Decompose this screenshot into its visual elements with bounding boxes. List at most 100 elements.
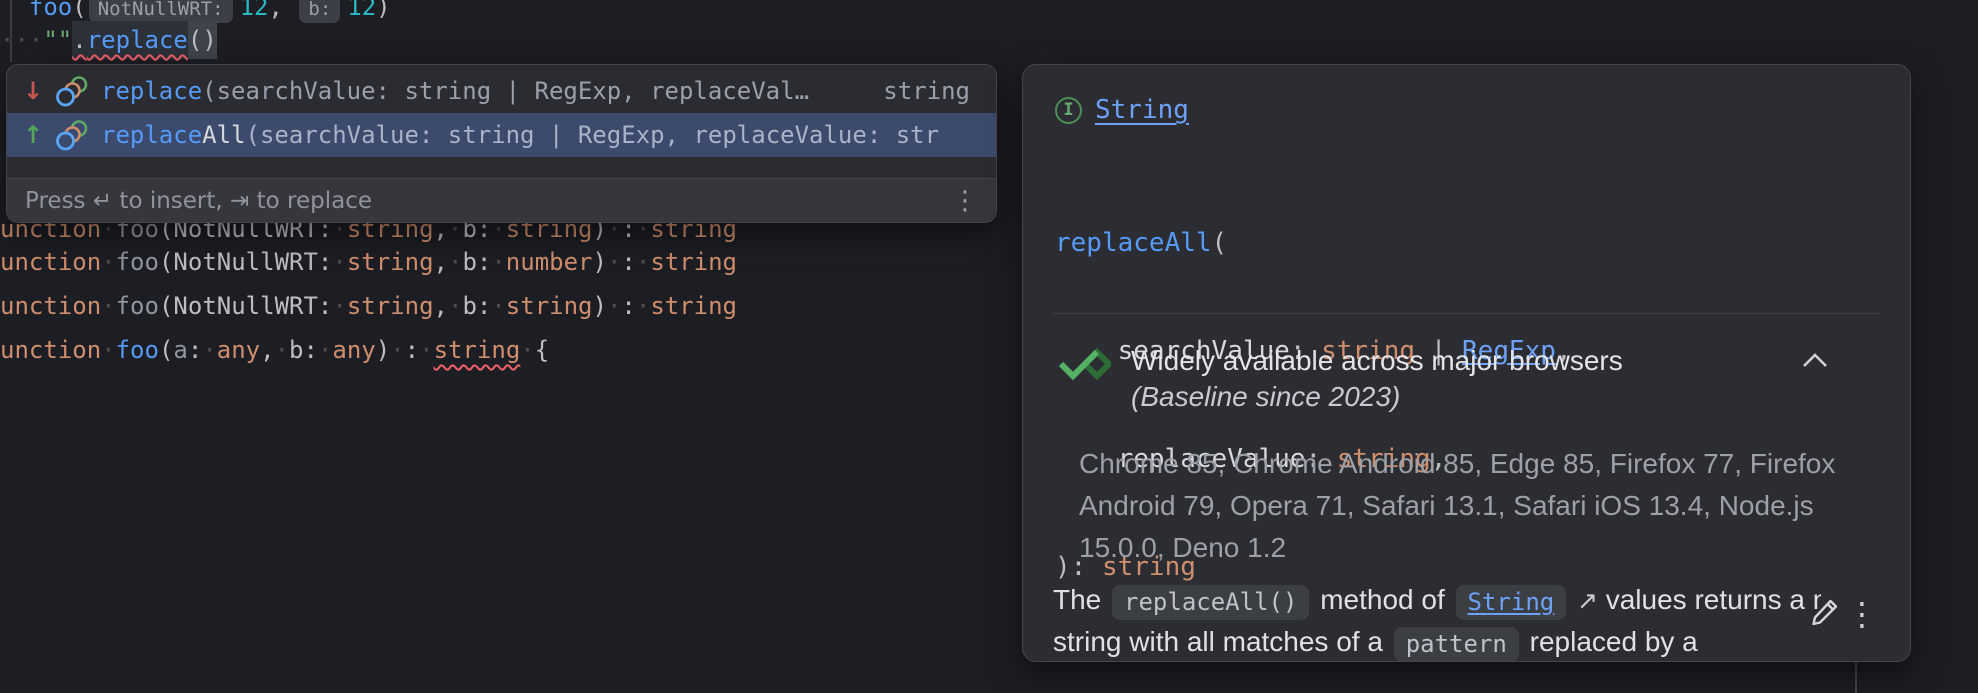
description-line: The replaceAll() method of String ↗ valu… [1053, 579, 1821, 621]
method-icon [53, 75, 89, 108]
code-token: NotNullWRT [173, 292, 318, 320]
code-line-foo-string[interactable]: unction·foo(NotNullWRT:·string,·b:·strin… [0, 284, 737, 328]
code-token: 12 [240, 0, 269, 21]
code-token: ) [376, 0, 390, 21]
documentation-popup: I String replaceAll( searchValue: string… [1022, 64, 1911, 662]
more-options-icon[interactable]: ⋮ [952, 186, 978, 216]
code-token: · [101, 248, 115, 276]
code-token: · [275, 336, 289, 364]
code-token: · [419, 336, 433, 364]
code-token: · [332, 248, 346, 276]
description-line: string with all matches of a pattern rep… [1053, 621, 1821, 662]
completion-signature: (searchValue: string | RegExp, replaceVa… [246, 113, 940, 157]
code-token: · [332, 292, 346, 320]
code-token: foo [116, 336, 159, 364]
code-token: . [72, 21, 86, 59]
code-token: replace [87, 21, 188, 59]
code-token: replaceAll [1055, 228, 1212, 258]
code-token: ) [593, 248, 607, 276]
code-token: string [347, 248, 434, 276]
code-token: NotNullWRT [173, 248, 318, 276]
code-token: unction [0, 292, 101, 320]
code-token: ··· [0, 26, 43, 54]
baseline-subtitle: (Baseline since 2023) [1131, 379, 1623, 415]
code-token: : [621, 292, 635, 320]
code-token: : [477, 248, 491, 276]
code-token: ( [159, 292, 173, 320]
method-icon [53, 119, 89, 152]
interface-icon: I [1055, 97, 1082, 124]
code-token: : [318, 248, 332, 276]
code-token: string [650, 248, 737, 276]
code-token: ( [159, 336, 173, 364]
code-token: , [434, 248, 448, 276]
code-token: 12 [347, 0, 376, 21]
code-chip: pattern [1394, 627, 1519, 662]
code-chip: replaceAll() [1112, 585, 1309, 620]
browser-support-line: Chrome 85, Chrome Android 85, Edge 85, F… [1079, 443, 1835, 485]
code-token: · [636, 292, 650, 320]
code-token: · [636, 248, 650, 276]
code-token: · [491, 292, 505, 320]
doc-header: I String [1055, 95, 1189, 125]
code-token: , [434, 292, 448, 320]
code-token: ) [376, 336, 390, 364]
completion-signature: (searchValue: string | RegExp, replaceVa… [202, 69, 809, 113]
completion-item-replace[interactable]: ↓ replace(searchValue: string | RegExp, … [7, 69, 996, 113]
completion-hint-text: Press ↵ to insert, ⇥ to replace [25, 188, 372, 214]
code-token: : [188, 336, 202, 364]
baseline-section: Widely available across major browsers (… [1057, 343, 1623, 415]
text [1569, 584, 1577, 615]
code-token: string [434, 336, 521, 364]
string-type-link[interactable]: String [1095, 95, 1189, 125]
code-token: b [289, 336, 303, 364]
code-token: · [448, 248, 462, 276]
text: values returns a ne [1598, 584, 1821, 615]
edit-icon[interactable] [1806, 593, 1844, 631]
code-token: · [101, 292, 115, 320]
code-token: () [188, 21, 217, 59]
text: method of [1312, 584, 1452, 615]
code-token: ( [1212, 228, 1228, 258]
code-token: ( [159, 248, 173, 276]
doc-description: The replaceAll() method of String ↗ valu… [1053, 579, 1821, 662]
code-line-replace[interactable]: ···"".replace() [0, 18, 217, 62]
code-token: ) [593, 292, 607, 320]
code-token: foo [116, 292, 159, 320]
more-options-icon[interactable]: ⋮ [1846, 595, 1878, 633]
code-token: number [506, 248, 593, 276]
code-token: a [173, 336, 187, 364]
code-token: · [318, 336, 332, 364]
code-token: : [621, 248, 635, 276]
completion-return-type: string [863, 69, 970, 113]
browser-support-line: Android 79, Opera 71, Safari 13.1, Safar… [1079, 485, 1835, 527]
code-line-foo-number[interactable]: unction·foo(NotNullWRT:·string,·b:·numbe… [0, 240, 737, 284]
code-token: · [202, 336, 216, 364]
string-link-chip[interactable]: String [1456, 585, 1567, 620]
code-token: : [318, 292, 332, 320]
code-token: : [304, 336, 318, 364]
code-token: "" [43, 26, 72, 54]
completion-item-replaceall[interactable]: ↑ replaceAll(searchValue: string | RegEx… [7, 113, 996, 157]
completion-name: replace [101, 69, 202, 113]
code-token: b [462, 248, 476, 276]
code-token: · [607, 292, 621, 320]
code-token: , [268, 0, 297, 21]
code-token: string [347, 292, 434, 320]
code-token: · [448, 292, 462, 320]
external-link-arrow-icon: ↗ [1577, 587, 1598, 615]
code-token: · [520, 336, 534, 364]
browser-support-list: Chrome 85, Chrome Android 85, Edge 85, F… [1079, 443, 1835, 569]
code-token: · [101, 336, 115, 364]
code-line-foo-any[interactable]: unction·foo(a:·any,·b:·any)·:·string·{ [0, 328, 549, 372]
text: replaced by a [1522, 626, 1698, 657]
chevron-up-icon[interactable] [1802, 353, 1828, 368]
text: The [1053, 584, 1109, 615]
code-token: : [477, 292, 491, 320]
panel-divider-line [1855, 660, 1857, 693]
rank-up-icon: ↑ [23, 123, 53, 147]
browser-support-line: 15.0.0, Deno 1.2 [1079, 527, 1835, 569]
rank-down-icon: ↓ [23, 79, 53, 103]
code-token: string [650, 292, 737, 320]
doc-divider [1053, 313, 1880, 314]
